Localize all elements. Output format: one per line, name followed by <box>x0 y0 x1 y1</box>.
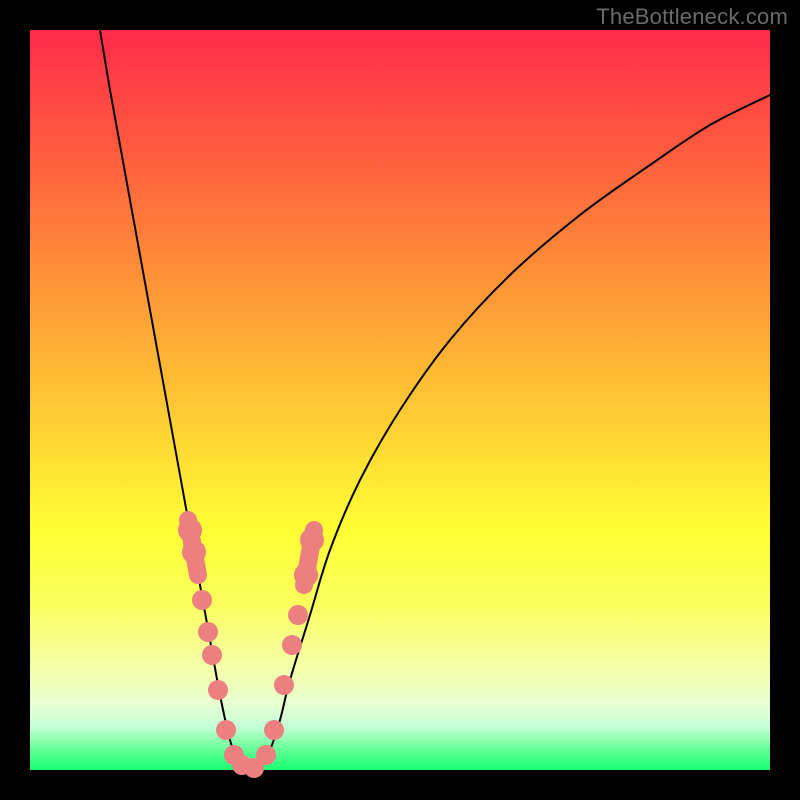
chart-overlay <box>30 30 770 770</box>
chart-frame: TheBottleneck.com <box>0 0 800 800</box>
marker-dot <box>256 745 276 765</box>
marker-dot <box>264 720 284 740</box>
marker-dot <box>198 622 218 642</box>
marker-dot <box>300 528 324 552</box>
marker-dot <box>192 590 212 610</box>
marker-dot <box>202 645 222 665</box>
marker-dot <box>288 605 308 625</box>
marker-dot <box>274 675 294 695</box>
marker-dot <box>182 540 206 564</box>
marker-dot <box>294 563 318 587</box>
marker-dot <box>208 680 228 700</box>
watermark-text: TheBottleneck.com <box>596 4 788 30</box>
curve-right <box>260 95 770 768</box>
marker-dot <box>178 518 202 542</box>
marker-dot <box>216 720 236 740</box>
marker-dot <box>282 635 302 655</box>
